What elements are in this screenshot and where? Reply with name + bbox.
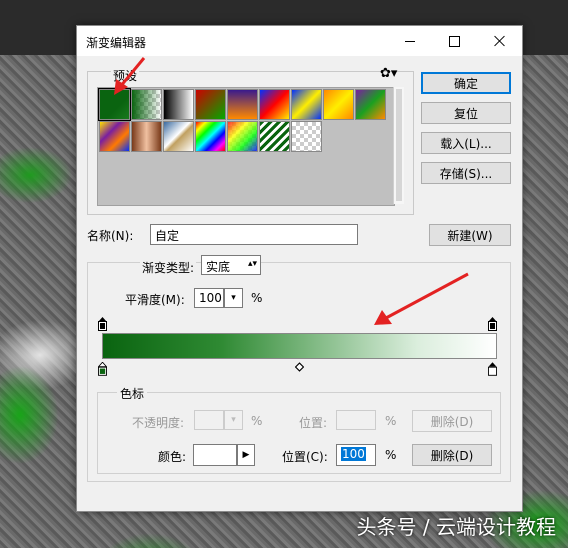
minimize-icon [404,40,415,42]
gradient-type-select[interactable]: 实底 ▴▾ [201,255,261,275]
color-location-label: 位置(C): [282,450,328,464]
opacity-stop-left[interactable] [98,317,107,331]
preset-swatch[interactable] [323,89,354,120]
maximize-button[interactable] [432,26,477,56]
color-picker-arrow[interactable]: ▶ [237,444,255,466]
save-button[interactable]: 存储(S)... [421,162,511,184]
color-delete-button[interactable]: 删除(D) [412,444,492,466]
gear-icon[interactable]: ✿▾ [380,66,397,81]
color-swatch-field[interactable] [193,444,237,466]
opacity-location-unit: % [385,414,397,428]
preset-swatch[interactable] [355,89,386,120]
preset-swatch[interactable] [259,121,290,152]
ok-button[interactable]: 确定 [421,72,511,94]
scroll-thumb[interactable] [396,89,402,201]
new-button[interactable]: 新建(W) [429,224,511,246]
preset-swatch[interactable] [227,89,258,120]
watermark-text: 头条号 / 云端设计教程 [356,515,556,539]
smoothness-input[interactable]: 100 [194,288,224,308]
preset-swatch-grid [97,87,395,206]
close-button[interactable] [477,26,522,56]
smoothness-label: 平滑度(M): [125,293,185,307]
opacity-label: 不透明度: [132,416,185,430]
preset-swatch[interactable] [163,121,194,152]
name-input[interactable]: 自定 [150,224,358,245]
preset-swatch[interactable] [259,89,290,120]
preset-swatch[interactable] [195,89,226,120]
opacity-delete-button[interactable]: 删除(D) [412,410,492,432]
color-stop-right[interactable] [488,362,497,376]
preset-swatch[interactable] [291,121,322,152]
color-stops-legend: 色标 [117,385,148,402]
reset-button[interactable]: 复位 [421,102,511,124]
opacity-unit: % [251,414,263,428]
opacity-location-label: 位置: [299,416,328,430]
name-label: 名称(N): [87,229,134,243]
dialog-title: 渐变编辑器 [86,36,147,50]
opacity-location-input[interactable] [336,410,376,430]
annotation-arrow-gradient [374,272,469,325]
gradient-preview-bar[interactable] [102,333,497,359]
color-location-unit: % [385,448,397,462]
preset-swatch[interactable] [195,121,226,152]
close-icon [494,35,506,47]
annotation-arrow-presets [114,57,146,95]
gradient-type-label: 渐变类型: [140,259,197,276]
color-stop-left[interactable] [98,362,107,376]
preset-swatch[interactable] [291,89,322,120]
opacity-dropdown[interactable]: ▾ [224,410,243,430]
smoothness-unit: % [251,291,263,305]
chevron-updown-icon: ▴▾ [247,259,257,269]
opacity-stop-right[interactable] [488,317,497,331]
preset-swatch[interactable] [227,121,258,152]
color-label: 颜色: [158,450,187,464]
gradient-type-value: 实底 [206,260,231,274]
color-location-value: 100 [341,447,366,461]
presets-scrollbar[interactable] [393,87,404,204]
midpoint-diamond[interactable] [295,360,304,374]
preset-swatch[interactable] [99,121,130,152]
color-location-input[interactable]: 100 [336,444,376,466]
smoothness-dropdown[interactable]: ▾ [224,288,243,308]
minimize-button[interactable] [387,26,432,56]
preset-swatch[interactable] [131,121,162,152]
title-bar: 渐变编辑器 [77,26,522,56]
load-button[interactable]: 载入(L)... [421,132,511,154]
maximize-icon [449,35,460,47]
preset-swatch[interactable] [163,89,194,120]
opacity-input[interactable] [194,410,224,430]
